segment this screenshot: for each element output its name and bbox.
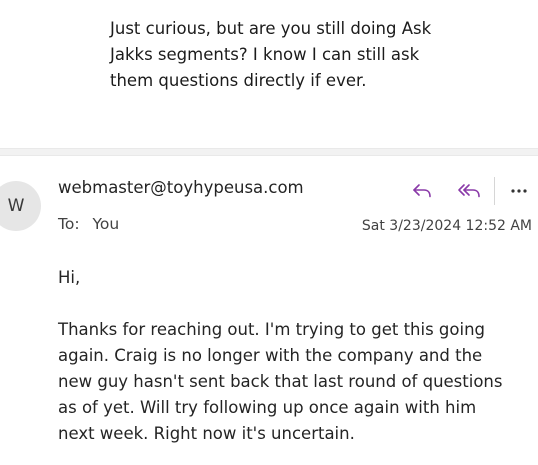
sender-avatar[interactable]: W bbox=[0, 181, 41, 231]
message-actions-toolbar bbox=[407, 177, 535, 205]
message-body-line: as of yet. Will try following up once ag… bbox=[58, 398, 477, 417]
reply-all-button[interactable] bbox=[455, 177, 485, 205]
reply-icon bbox=[413, 184, 431, 198]
reply-all-icon bbox=[458, 184, 480, 198]
message-body-line: next week. Right now it's uncertain. bbox=[58, 424, 355, 443]
quoted-line: Just curious, but are you still doing As… bbox=[110, 19, 432, 38]
message-body: Hi, Thanks for reaching out. I'm trying … bbox=[58, 265, 533, 447]
more-actions-button[interactable] bbox=[504, 177, 534, 205]
message-greeting: Hi, bbox=[58, 268, 81, 287]
message-divider bbox=[0, 148, 538, 156]
message-body-line: new guy hasn't sent back that last round… bbox=[58, 372, 503, 391]
message-timestamp: Sat 3/23/2024 12:52 AM bbox=[361, 218, 532, 234]
quoted-line: Jakks segments? I know I can still ask bbox=[110, 45, 420, 64]
sender-address[interactable]: webmaster@toyhypeusa.com bbox=[58, 178, 304, 197]
recipient-name[interactable]: You bbox=[92, 215, 119, 233]
recipient-row: To: You bbox=[58, 215, 119, 233]
quoted-previous-message: Just curious, but are you still doing As… bbox=[110, 16, 470, 94]
quoted-line: them questions directly if ever. bbox=[110, 71, 367, 90]
toolbar-separator bbox=[494, 177, 495, 205]
more-horizontal-icon bbox=[511, 189, 527, 193]
to-label: To: bbox=[58, 215, 80, 233]
reply-button[interactable] bbox=[407, 177, 437, 205]
message-body-line: Thanks for reaching out. I'm trying to g… bbox=[58, 320, 486, 339]
message-body-line: again. Craig is no longer with the compa… bbox=[58, 346, 483, 365]
